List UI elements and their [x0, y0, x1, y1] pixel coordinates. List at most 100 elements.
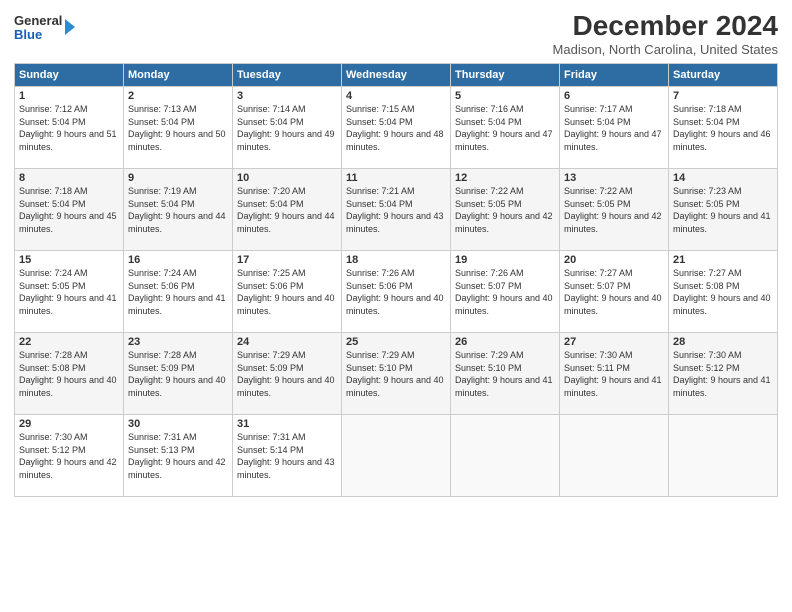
daylight-label: Daylight: 9 hours and 45 minutes. — [19, 211, 117, 234]
col-wednesday: Wednesday — [342, 64, 451, 87]
day-number: 8 — [19, 172, 119, 184]
daylight-label: Daylight: 9 hours and 40 minutes. — [564, 293, 662, 316]
table-cell: 11 Sunrise: 7:21 AM Sunset: 5:04 PM Dayl… — [342, 169, 451, 251]
day-info: Sunrise: 7:17 AM Sunset: 5:04 PM Dayligh… — [564, 103, 664, 153]
day-number: 27 — [564, 336, 664, 348]
sunrise-label: Sunrise: 7:23 AM — [673, 186, 742, 196]
table-cell: 27 Sunrise: 7:30 AM Sunset: 5:11 PM Dayl… — [560, 333, 669, 415]
day-number: 22 — [19, 336, 119, 348]
day-info: Sunrise: 7:21 AM Sunset: 5:04 PM Dayligh… — [346, 185, 446, 235]
sunset-label: Sunset: 5:06 PM — [128, 281, 195, 291]
day-number: 12 — [455, 172, 555, 184]
day-number: 14 — [673, 172, 773, 184]
sunrise-label: Sunrise: 7:27 AM — [564, 268, 633, 278]
sunset-label: Sunset: 5:04 PM — [564, 117, 631, 127]
table-cell: 21 Sunrise: 7:27 AM Sunset: 5:08 PM Dayl… — [669, 251, 778, 333]
daylight-label: Daylight: 9 hours and 40 minutes. — [455, 293, 553, 316]
calendar-table: Sunday Monday Tuesday Wednesday Thursday… — [14, 63, 778, 497]
sunset-label: Sunset: 5:09 PM — [237, 363, 304, 373]
day-info: Sunrise: 7:30 AM Sunset: 5:12 PM Dayligh… — [19, 431, 119, 481]
table-cell: 12 Sunrise: 7:22 AM Sunset: 5:05 PM Dayl… — [451, 169, 560, 251]
sunrise-label: Sunrise: 7:24 AM — [19, 268, 88, 278]
sunrise-label: Sunrise: 7:31 AM — [237, 432, 306, 442]
day-info: Sunrise: 7:29 AM Sunset: 5:10 PM Dayligh… — [455, 349, 555, 399]
daylight-label: Daylight: 9 hours and 40 minutes. — [128, 375, 226, 398]
day-info: Sunrise: 7:26 AM Sunset: 5:07 PM Dayligh… — [455, 267, 555, 317]
daylight-label: Daylight: 9 hours and 51 minutes. — [19, 129, 117, 152]
table-cell: 26 Sunrise: 7:29 AM Sunset: 5:10 PM Dayl… — [451, 333, 560, 415]
table-cell — [451, 415, 560, 497]
sunrise-label: Sunrise: 7:22 AM — [564, 186, 633, 196]
sunrise-label: Sunrise: 7:24 AM — [128, 268, 197, 278]
table-cell: 10 Sunrise: 7:20 AM Sunset: 5:04 PM Dayl… — [233, 169, 342, 251]
daylight-label: Daylight: 9 hours and 40 minutes. — [237, 375, 335, 398]
sunset-label: Sunset: 5:06 PM — [237, 281, 304, 291]
sunset-label: Sunset: 5:05 PM — [564, 199, 631, 209]
day-info: Sunrise: 7:27 AM Sunset: 5:07 PM Dayligh… — [564, 267, 664, 317]
table-cell: 9 Sunrise: 7:19 AM Sunset: 5:04 PM Dayli… — [124, 169, 233, 251]
day-number: 19 — [455, 254, 555, 266]
table-cell: 14 Sunrise: 7:23 AM Sunset: 5:05 PM Dayl… — [669, 169, 778, 251]
day-number: 23 — [128, 336, 228, 348]
week-row-4: 22 Sunrise: 7:28 AM Sunset: 5:08 PM Dayl… — [15, 333, 778, 415]
week-row-5: 29 Sunrise: 7:30 AM Sunset: 5:12 PM Dayl… — [15, 415, 778, 497]
col-friday: Friday — [560, 64, 669, 87]
sunset-label: Sunset: 5:14 PM — [237, 445, 304, 455]
day-number: 30 — [128, 418, 228, 430]
day-info: Sunrise: 7:22 AM Sunset: 5:05 PM Dayligh… — [564, 185, 664, 235]
day-number: 16 — [128, 254, 228, 266]
daylight-label: Daylight: 9 hours and 41 minutes. — [128, 293, 226, 316]
daylight-label: Daylight: 9 hours and 44 minutes. — [128, 211, 226, 234]
day-info: Sunrise: 7:29 AM Sunset: 5:10 PM Dayligh… — [346, 349, 446, 399]
table-cell: 8 Sunrise: 7:18 AM Sunset: 5:04 PM Dayli… — [15, 169, 124, 251]
sunset-label: Sunset: 5:06 PM — [346, 281, 413, 291]
day-info: Sunrise: 7:22 AM Sunset: 5:05 PM Dayligh… — [455, 185, 555, 235]
table-cell: 13 Sunrise: 7:22 AM Sunset: 5:05 PM Dayl… — [560, 169, 669, 251]
day-info: Sunrise: 7:31 AM Sunset: 5:13 PM Dayligh… — [128, 431, 228, 481]
table-cell: 2 Sunrise: 7:13 AM Sunset: 5:04 PM Dayli… — [124, 87, 233, 169]
day-number: 17 — [237, 254, 337, 266]
day-number: 10 — [237, 172, 337, 184]
sunset-label: Sunset: 5:04 PM — [19, 117, 86, 127]
day-number: 20 — [564, 254, 664, 266]
daylight-label: Daylight: 9 hours and 40 minutes. — [346, 293, 444, 316]
daylight-label: Daylight: 9 hours and 46 minutes. — [673, 129, 771, 152]
col-thursday: Thursday — [451, 64, 560, 87]
daylight-label: Daylight: 9 hours and 41 minutes. — [19, 293, 117, 316]
sunrise-label: Sunrise: 7:14 AM — [237, 104, 306, 114]
day-number: 24 — [237, 336, 337, 348]
day-info: Sunrise: 7:24 AM Sunset: 5:05 PM Dayligh… — [19, 267, 119, 317]
sunset-label: Sunset: 5:11 PM — [564, 363, 630, 373]
sunrise-label: Sunrise: 7:25 AM — [237, 268, 306, 278]
table-cell: 17 Sunrise: 7:25 AM Sunset: 5:06 PM Dayl… — [233, 251, 342, 333]
sunrise-label: Sunrise: 7:13 AM — [128, 104, 197, 114]
logo-blue: Blue — [14, 28, 62, 42]
table-cell: 22 Sunrise: 7:28 AM Sunset: 5:08 PM Dayl… — [15, 333, 124, 415]
daylight-label: Daylight: 9 hours and 42 minutes. — [564, 211, 662, 234]
sunrise-label: Sunrise: 7:29 AM — [346, 350, 415, 360]
daylight-label: Daylight: 9 hours and 44 minutes. — [237, 211, 335, 234]
logo-arrow-icon — [65, 19, 75, 35]
sunset-label: Sunset: 5:05 PM — [19, 281, 86, 291]
daylight-label: Daylight: 9 hours and 49 minutes. — [237, 129, 335, 152]
table-cell: 31 Sunrise: 7:31 AM Sunset: 5:14 PM Dayl… — [233, 415, 342, 497]
sunrise-label: Sunrise: 7:15 AM — [346, 104, 415, 114]
sunset-label: Sunset: 5:09 PM — [128, 363, 195, 373]
daylight-label: Daylight: 9 hours and 47 minutes. — [455, 129, 553, 152]
day-number: 13 — [564, 172, 664, 184]
sunrise-label: Sunrise: 7:30 AM — [673, 350, 742, 360]
logo: GeneralBlue — [14, 14, 75, 43]
sunset-label: Sunset: 5:05 PM — [673, 199, 740, 209]
table-cell — [560, 415, 669, 497]
day-number: 18 — [346, 254, 446, 266]
table-cell: 5 Sunrise: 7:16 AM Sunset: 5:04 PM Dayli… — [451, 87, 560, 169]
table-cell: 30 Sunrise: 7:31 AM Sunset: 5:13 PM Dayl… — [124, 415, 233, 497]
sunrise-label: Sunrise: 7:26 AM — [455, 268, 524, 278]
table-cell: 4 Sunrise: 7:15 AM Sunset: 5:04 PM Dayli… — [342, 87, 451, 169]
table-cell: 19 Sunrise: 7:26 AM Sunset: 5:07 PM Dayl… — [451, 251, 560, 333]
table-cell: 23 Sunrise: 7:28 AM Sunset: 5:09 PM Dayl… — [124, 333, 233, 415]
day-info: Sunrise: 7:29 AM Sunset: 5:09 PM Dayligh… — [237, 349, 337, 399]
table-cell: 20 Sunrise: 7:27 AM Sunset: 5:07 PM Dayl… — [560, 251, 669, 333]
day-number: 15 — [19, 254, 119, 266]
header: GeneralBlue December 2024 Madison, North… — [14, 10, 778, 57]
